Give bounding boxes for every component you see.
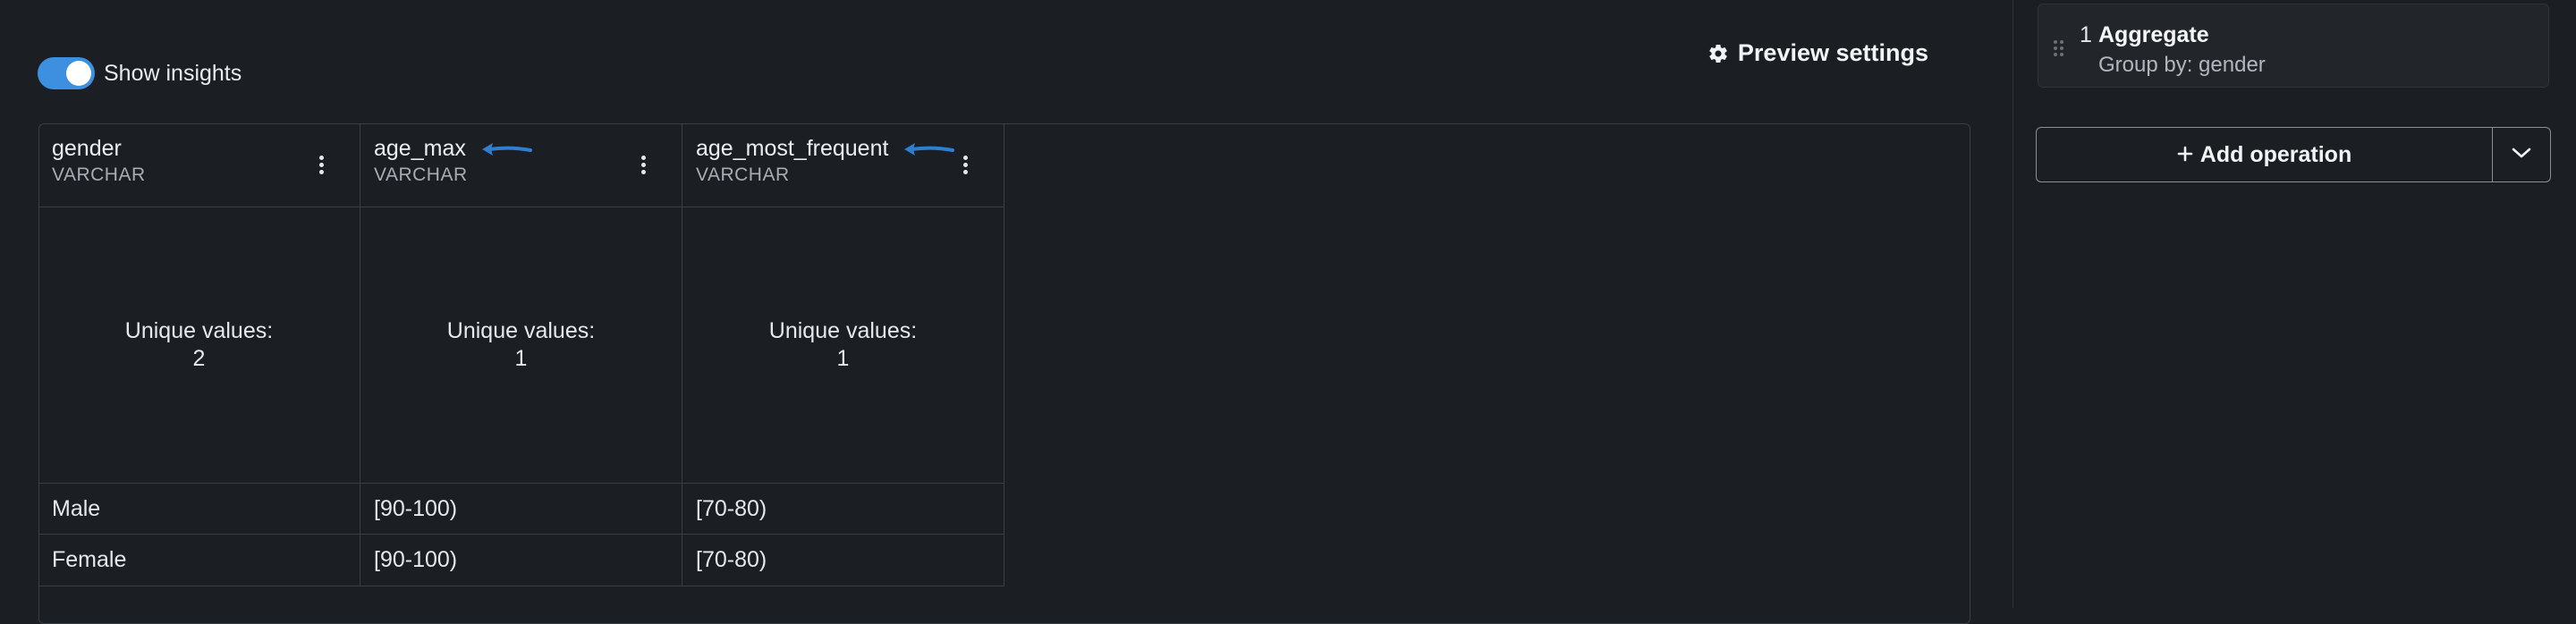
operation-number: 1 <box>2080 22 2092 47</box>
column-insight: Unique values: 1 <box>682 207 1004 484</box>
unique-values-count: 1 <box>514 346 528 371</box>
operation-subtitle: Group by: gender <box>2098 53 2266 77</box>
add-operation-dropdown-button[interactable] <box>2493 128 2550 181</box>
preview-settings-label: Preview settings <box>1737 39 1928 66</box>
unique-values-label: Unique values: <box>124 318 274 343</box>
column-header-age-max[interactable]: age_max VARCHAR <box>360 123 682 207</box>
gear-icon <box>1707 43 1729 64</box>
show-insights-toggle[interactable]: Show insights <box>38 57 242 89</box>
column-header-age-most-frequent[interactable]: age_most_frequent VARCHAR <box>682 123 1004 207</box>
column-header-gender[interactable]: gender VARCHAR <box>38 123 360 207</box>
toggle-switch[interactable] <box>38 57 95 89</box>
unique-values-label: Unique values: <box>446 318 596 343</box>
column-name-text: gender <box>52 136 122 161</box>
operation-card[interactable]: 1 Aggregate Group by: gender <box>2038 4 2549 88</box>
table-cell: [90-100) <box>360 535 682 586</box>
table-cell: [70-80) <box>682 484 1004 535</box>
annotation-arrow-icon <box>904 142 955 156</box>
toggle-knob <box>66 61 91 86</box>
unique-values-label: Unique values: <box>768 318 918 343</box>
column-name-text: age_most_frequent <box>696 136 889 161</box>
column-insight: Unique values: 2 <box>38 207 360 484</box>
add-operation-split-button: Add operation <box>2036 127 2551 182</box>
operations-panel: 1 Aggregate Group by: gender Add operati… <box>2012 0 2576 608</box>
table-cell: Female <box>38 535 360 586</box>
column-name-text: age_max <box>374 136 466 161</box>
column-type: VARCHAR <box>52 164 146 185</box>
data-preview-area: Show insights Preview settings gender VA… <box>0 0 2012 624</box>
table-cell: [90-100) <box>360 484 682 535</box>
column-menu-icon[interactable] <box>639 156 648 179</box>
column-menu-icon[interactable] <box>317 156 326 179</box>
plus-icon <box>2177 142 2193 168</box>
show-insights-label: Show insights <box>104 60 242 86</box>
table-cell: Male <box>38 484 360 535</box>
column-type: VARCHAR <box>696 164 790 185</box>
column-type: VARCHAR <box>374 164 468 185</box>
column-insight: Unique values: 1 <box>360 207 682 484</box>
add-operation-label: Add operation <box>2199 141 2352 167</box>
operation-title: Aggregate <box>2098 22 2209 47</box>
table-cell: [70-80) <box>682 535 1004 586</box>
column-menu-icon[interactable] <box>961 156 970 179</box>
unique-values-count: 2 <box>192 346 206 371</box>
preview-settings-button[interactable]: Preview settings <box>1707 39 1928 67</box>
drag-handle-icon[interactable] <box>2054 40 2064 56</box>
add-operation-button[interactable]: Add operation <box>2037 128 2492 181</box>
unique-values-count: 1 <box>836 346 850 371</box>
annotation-arrow-icon <box>481 142 532 156</box>
preview-table: gender VARCHAR age_max VARCHAR age_most_… <box>38 123 1004 586</box>
column-name: gender <box>52 136 122 162</box>
chevron-down-icon <box>2511 147 2532 164</box>
column-name: age_max <box>374 136 532 162</box>
column-name: age_most_frequent <box>696 136 955 162</box>
